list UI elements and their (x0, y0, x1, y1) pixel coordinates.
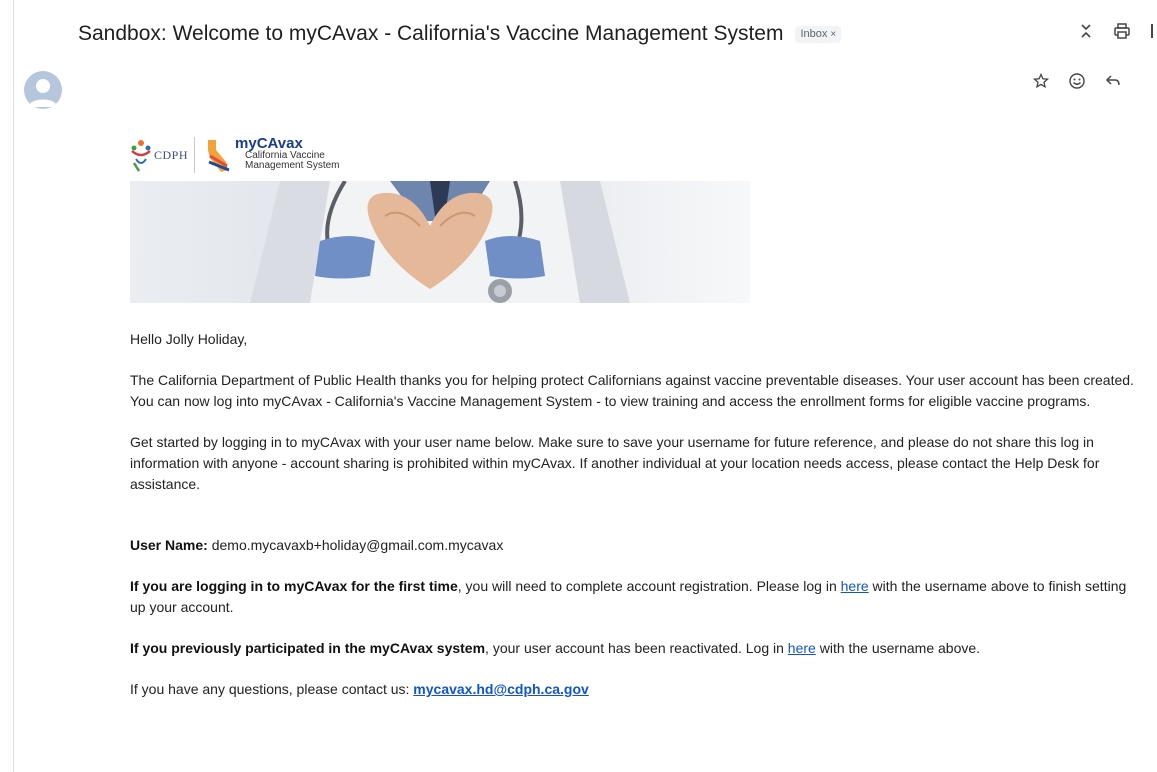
previous-text: , your user account has been reactivated… (485, 640, 788, 656)
star-icon[interactable] (1032, 72, 1050, 90)
questions-text: If you have any questions, please contac… (130, 681, 414, 697)
questions-paragraph: If you have any questions, please contac… (130, 679, 1140, 700)
cdph-figure-icon (131, 140, 151, 172)
logo-row: CDPH myCAvax California Vaccine Manageme… (130, 130, 1140, 180)
hero-banner-image (130, 181, 750, 303)
avatar-icon (29, 79, 57, 107)
reply-icon[interactable] (1104, 72, 1122, 90)
greeting-text: Hello Jolly Holiday, (130, 331, 248, 347)
print-icon[interactable] (1113, 22, 1131, 40)
previous-login-link[interactable]: here (788, 640, 816, 656)
username-line: User Name: demo.mycavaxb+holiday@gmail.c… (130, 535, 1140, 556)
remove-label-icon[interactable]: × (830, 29, 836, 40)
left-divider (13, 0, 14, 772)
top-toolbar (1077, 22, 1157, 40)
cdph-logo: CDPH (130, 135, 188, 175)
previous-bold: If you previously participated in the my… (130, 640, 486, 656)
inbox-label-text: Inbox (800, 28, 828, 40)
cdph-text: CDPH (154, 147, 189, 162)
message-actions (1032, 72, 1122, 90)
open-new-window-icon[interactable] (1149, 22, 1157, 40)
doctor-heart-hands-image (250, 181, 630, 303)
first-time-text: , you will need to complete account regi… (457, 578, 841, 594)
first-time-paragraph: If you are logging in to myCAvax for the… (130, 576, 1140, 618)
previous-end: with the username above. (815, 640, 981, 656)
mycavax-logo: myCAvax California Vaccine Management Sy… (205, 136, 340, 174)
subject-row: Sandbox: Welcome to myCAvax - California… (78, 20, 842, 48)
first-time-login-link[interactable]: here (841, 578, 869, 594)
california-state-icon (208, 140, 230, 172)
expand-icon[interactable] (1077, 22, 1095, 40)
getting-started-paragraph: Get started by logging in to myCAvax wit… (130, 434, 1100, 492)
emoji-icon[interactable] (1068, 72, 1086, 90)
first-time-bold: If you are logging in to myCAvax for the… (130, 578, 458, 594)
intro-paragraph: The California Department of Public Heal… (130, 372, 1134, 409)
logo-separator (194, 137, 196, 173)
helpdesk-email-link[interactable]: mycavax.hd@cdph.ca.gov (413, 681, 589, 697)
username-value: demo.mycavaxb+holiday@gmail.com.mycavax (207, 537, 504, 553)
inbox-label-chip[interactable]: Inbox × (795, 25, 842, 43)
sender-avatar[interactable] (24, 71, 62, 109)
email-body: CDPH myCAvax California Vaccine Manageme… (130, 130, 1140, 700)
email-subject: Sandbox: Welcome to myCAvax - California… (78, 22, 784, 45)
previous-participant-paragraph: If you previously participated in the my… (130, 638, 1140, 659)
brand-tagline-2: Management System (245, 160, 340, 171)
username-label: User Name: (130, 537, 208, 553)
